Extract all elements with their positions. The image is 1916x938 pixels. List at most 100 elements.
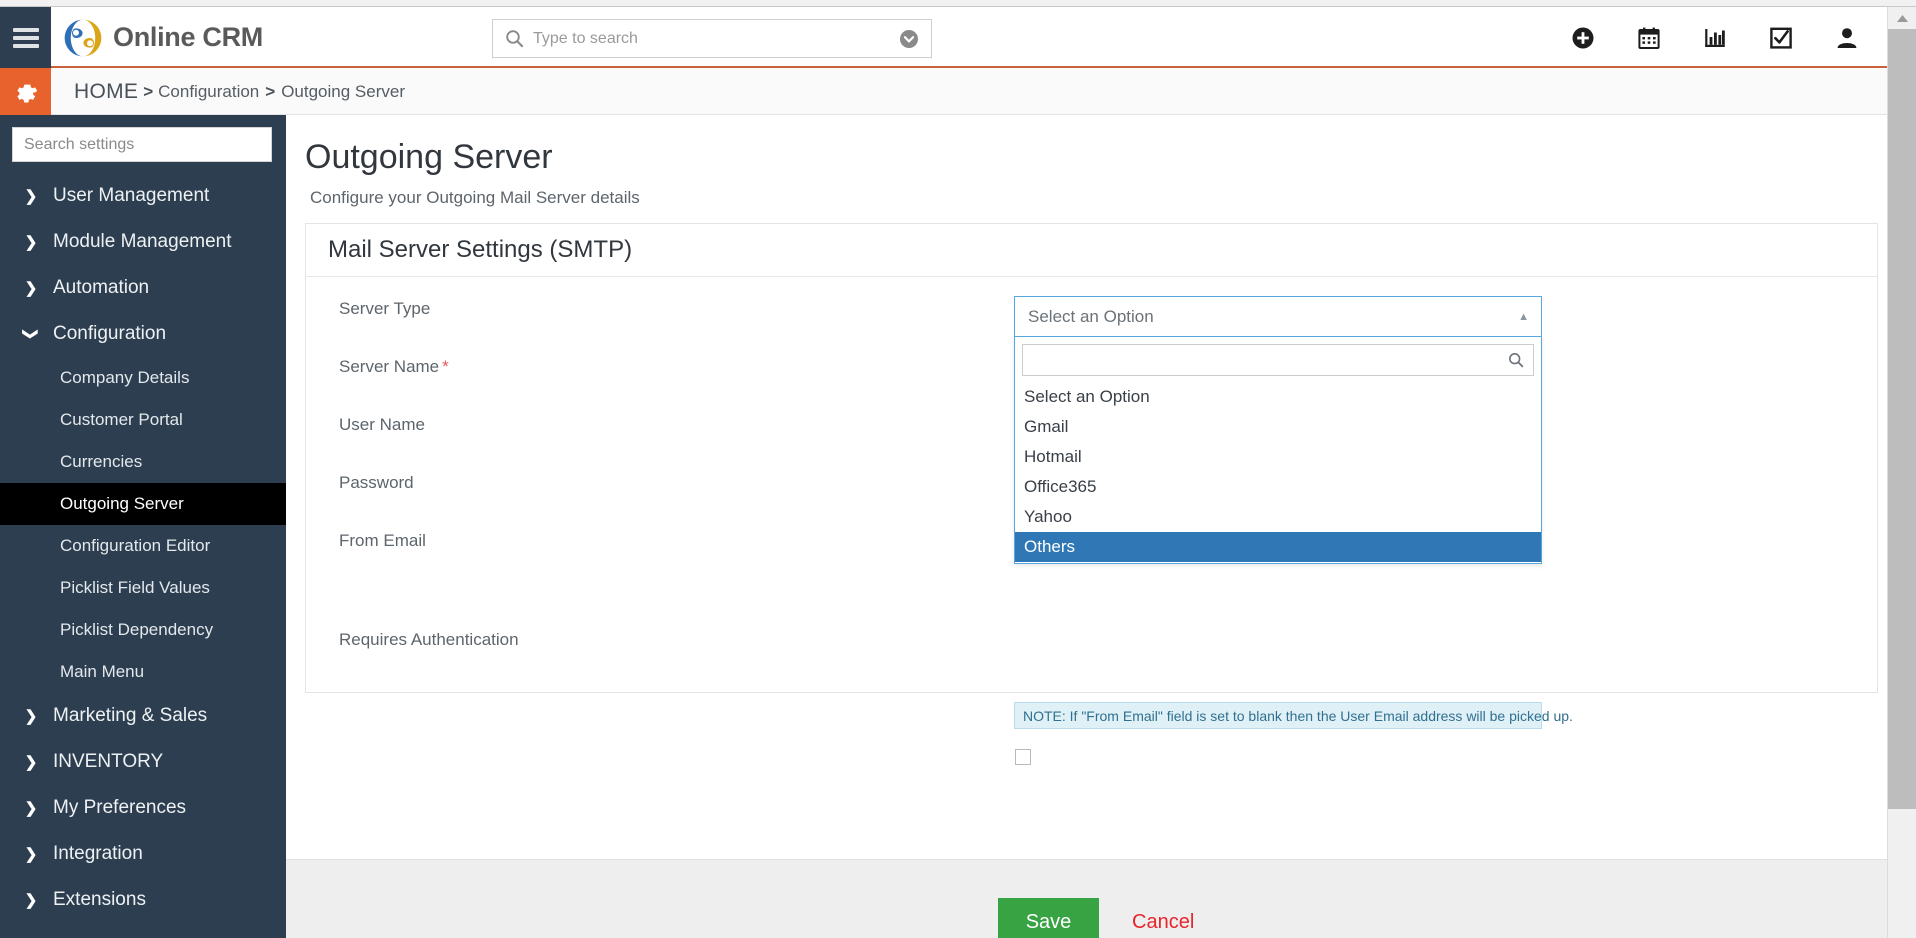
chevron-right-icon: ❯ (24, 892, 38, 909)
label-requires-authentication: Requires Authentication (339, 630, 519, 649)
sidebar-item-configuration-editor[interactable]: Configuration Editor (0, 525, 286, 567)
settings-gear-button[interactable] (0, 68, 51, 115)
global-search-box[interactable] (492, 19, 932, 58)
dropdown-search-input[interactable] (1023, 351, 1508, 369)
online-crm-logo-icon (63, 18, 103, 57)
breadcrumb-separator: > (143, 81, 154, 101)
settings-search-box[interactable] (12, 127, 272, 162)
sidebar-item-my-preferences[interactable]: ❯ My Preferences (0, 785, 286, 831)
scrollbar-thumb[interactable] (1888, 29, 1916, 809)
page-title: Outgoing Server (305, 138, 553, 176)
sidebar-item-user-management[interactable]: ❯ User Management (0, 173, 286, 219)
sidebar-item-inventory[interactable]: ❯ INVENTORY (0, 739, 286, 785)
browser-chrome-strip (0, 0, 1916, 7)
server-type-selected-value: Select an Option (1028, 306, 1154, 326)
calendar-icon[interactable] (1637, 26, 1661, 50)
sidebar-item-configuration[interactable]: ❯ Configuration (0, 311, 286, 357)
search-icon (1508, 352, 1524, 368)
label-from-email: From Email (339, 531, 426, 550)
brand-name: Online CRM (113, 22, 263, 52)
breadcrumb-item-outgoing-server: Outgoing Server (281, 81, 405, 101)
dropdown-option-office365[interactable]: Office365 (1015, 472, 1541, 502)
sidebar-item-label: My Preferences (53, 797, 187, 818)
form-footer: Save Cancel (286, 859, 1887, 938)
top-icon-group (1571, 7, 1859, 68)
sidebar-item-integration[interactable]: ❯ Integration (0, 831, 286, 877)
breadcrumb-home[interactable]: HOME (74, 80, 138, 104)
label-password: Password (339, 473, 414, 492)
chevron-down-circle-icon[interactable] (899, 29, 919, 49)
chevron-down-icon: ❯ (22, 327, 39, 341)
scroll-up-arrow-icon[interactable] (1888, 7, 1916, 29)
sidebar-item-marketing-and-sales[interactable]: ❯ Marketing & Sales (0, 693, 286, 739)
sidebar-item-outgoing-server[interactable]: Outgoing Server (0, 483, 286, 525)
page-subtitle: Configure your Outgoing Mail Server deta… (310, 188, 640, 207)
analytics-icon[interactable] (1703, 26, 1727, 50)
card-title: Mail Server Settings (SMTP) (306, 224, 1877, 277)
todo-checkbox-icon[interactable] (1769, 26, 1793, 50)
sidebar-item-label: Extensions (53, 889, 146, 910)
sidebar-item-label: Marketing & Sales (53, 705, 208, 726)
breadcrumb-bar: HOME > Configuration > Outgoing Server (0, 68, 1887, 115)
dropdown-option-others[interactable]: Others (1015, 532, 1541, 562)
option-label: Gmail (1024, 417, 1069, 436)
sidebar-item-label: Configuration (53, 323, 167, 344)
dropdown-option-select-an-option[interactable]: Select an Option (1015, 382, 1541, 412)
settings-nav: ❯ User Management ❯ Module Management ❯ … (0, 173, 286, 923)
from-email-note: NOTE: If "From Email" field is set to bl… (1014, 702, 1573, 729)
caret-up-icon: ▲ (1518, 310, 1529, 323)
sidebar-item-label: Integration (53, 843, 143, 864)
sidebar-item-company-details[interactable]: Company Details (0, 357, 286, 399)
chevron-right-icon: ❯ (24, 234, 38, 251)
sidebar-item-label: User Management (53, 185, 210, 206)
chevron-right-icon: ❯ (24, 708, 38, 725)
sidebar-item-module-management[interactable]: ❯ Module Management (0, 219, 286, 265)
chevron-right-icon: ❯ (24, 800, 38, 817)
sidebar-item-customer-portal[interactable]: Customer Portal (0, 399, 286, 441)
server-type-select[interactable]: Select an Option ▲ (1014, 296, 1542, 337)
sidebar-item-label: Picklist Field Values (60, 578, 210, 597)
option-label: Yahoo (1024, 507, 1072, 526)
page-scrollbar[interactable] (1887, 7, 1916, 938)
settings-search-input[interactable] (13, 135, 271, 154)
requires-authentication-checkbox[interactable] (1015, 749, 1031, 765)
sidebar-item-label: Main Menu (60, 662, 145, 681)
dropdown-search-box[interactable] (1022, 344, 1534, 376)
sidebar-item-picklist-field-values[interactable]: Picklist Field Values (0, 567, 286, 609)
dropdown-option-yahoo[interactable]: Yahoo (1015, 502, 1541, 532)
sidebar-item-label: Configuration Editor (60, 536, 211, 555)
sidebar-item-picklist-dependency[interactable]: Picklist Dependency (0, 609, 286, 651)
add-record-icon[interactable] (1571, 26, 1595, 50)
chevron-right-icon: ❯ (24, 754, 38, 771)
sidebar-item-currencies[interactable]: Currencies (0, 441, 286, 483)
user-profile-icon[interactable] (1835, 26, 1859, 50)
sidebar-item-label: Outgoing Server (60, 494, 184, 513)
required-asterisk: * (442, 357, 449, 376)
dropdown-option-hotmail[interactable]: Hotmail (1015, 442, 1541, 472)
sidebar-item-label: Customer Portal (60, 410, 183, 429)
hamburger-menu-button[interactable] (0, 7, 51, 68)
sidebar-item-label: INVENTORY (53, 751, 164, 772)
save-button[interactable]: Save (998, 898, 1099, 938)
hamburger-icon (12, 24, 39, 52)
sidebar-item-label: Automation (53, 277, 150, 298)
breadcrumb-separator: > (265, 81, 276, 101)
label-text: Server Name (339, 357, 440, 376)
sidebar-item-label: Module Management (53, 231, 232, 252)
sidebar-item-main-menu[interactable]: Main Menu (0, 651, 286, 693)
sidebar-item-label: Company Details (60, 368, 190, 387)
dropdown-option-gmail[interactable]: Gmail (1015, 412, 1541, 442)
cancel-button[interactable]: Cancel (1126, 898, 1200, 938)
search-input[interactable] (524, 28, 899, 49)
sidebar-item-label: Picklist Dependency (60, 620, 214, 639)
option-label: Office365 (1024, 477, 1097, 496)
breadcrumb: HOME > Configuration > Outgoing Server (74, 68, 405, 115)
sidebar-item-automation[interactable]: ❯ Automation (0, 265, 286, 311)
gear-icon (17, 84, 38, 103)
server-type-dropdown-panel: Select an Option Gmail Hotmail Office365… (1014, 337, 1542, 564)
brand-logo-area[interactable]: Online CRM (62, 7, 263, 68)
sidebar-item-extensions[interactable]: ❯ Extensions (0, 877, 286, 923)
breadcrumb-item-configuration[interactable]: Configuration (158, 82, 259, 102)
option-label: Hotmail (1024, 447, 1082, 466)
chevron-right-icon: ❯ (24, 846, 38, 863)
